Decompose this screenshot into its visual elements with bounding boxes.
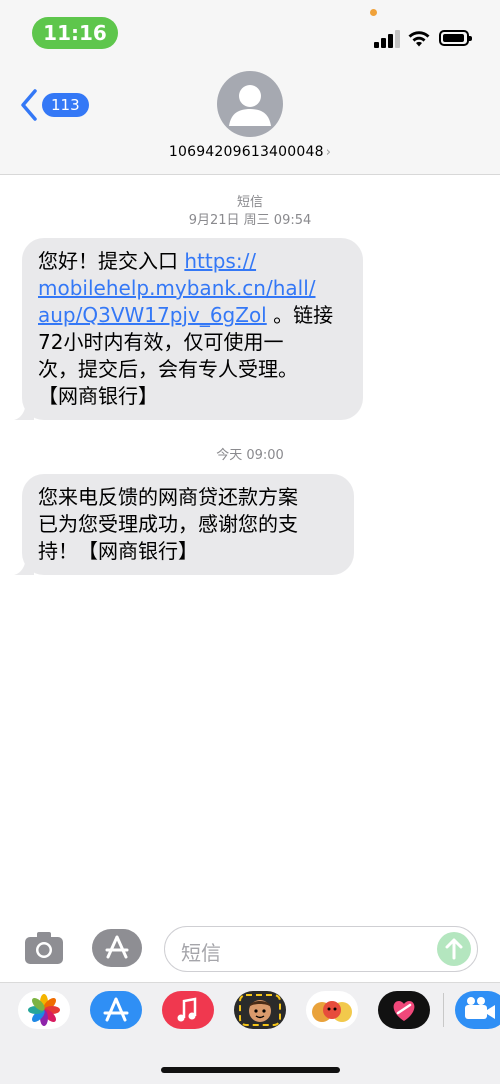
message-line: aup/Q3VW17pjv_6gZol 。链接 — [38, 303, 334, 327]
status-bar: 11:16 — [0, 0, 500, 64]
memoji-icon[interactable] — [234, 991, 286, 1029]
music-icon[interactable] — [162, 991, 214, 1029]
chevron-right-icon: › — [325, 145, 332, 160]
contact-avatar[interactable] — [217, 71, 283, 137]
bubble-tail — [14, 555, 34, 575]
message-link[interactable]: mobilehelp.mybank.cn/hall/ — [38, 276, 316, 300]
camera-icon[interactable] — [24, 930, 64, 966]
person-icon — [229, 85, 271, 126]
message-input-placeholder: 短信 — [181, 941, 221, 965]
message-timestamp: 9月21日 周三 09:54 — [188, 213, 312, 228]
wifi-icon — [408, 31, 430, 47]
animoji-icon[interactable] — [306, 991, 358, 1029]
message-timestamp: 今天 09:00 — [216, 448, 284, 463]
app-drawer — [0, 982, 500, 1084]
app-store-icon — [105, 935, 129, 959]
status-time[interactable]: 11:16 — [32, 17, 118, 49]
message-line: mobilehelp.mybank.cn/hall/ — [38, 275, 347, 302]
battery-icon — [439, 30, 472, 46]
contact-number: 10694209613400048 — [168, 144, 324, 160]
message-bubble[interactable]: 您好！提交入口 https:// mobilehelp.mybank.cn/ha… — [14, 238, 363, 420]
message-link[interactable]: https:// — [184, 249, 256, 273]
message-line: 【网商银行】 — [38, 384, 158, 408]
service-label: 短信 — [236, 195, 263, 210]
message-input[interactable]: 短信 — [164, 926, 478, 972]
cellular-signal-icon — [374, 30, 400, 48]
message-line: 您好！提交入口 https:// — [38, 249, 257, 273]
arrow-up-icon — [445, 938, 463, 960]
message-line: 已为您受理成功，感谢您的支 — [38, 512, 298, 536]
send-button[interactable] — [437, 932, 471, 966]
chevron-left-icon — [21, 89, 37, 121]
app-store-icon[interactable] — [90, 991, 142, 1029]
message-line: 次，提交后，会有专人受理。 — [38, 357, 298, 381]
unread-count-badge: 113 — [42, 93, 89, 117]
home-indicator[interactable] — [161, 1067, 340, 1073]
message-line: 您来电反馈的网商贷还款方案 — [38, 485, 298, 509]
conversation-header: 113 10694209613400048 › — [0, 64, 500, 175]
contact-name-row[interactable]: 10694209613400048 › — [0, 144, 500, 160]
clips-icon[interactable] — [455, 991, 500, 1029]
drawer-divider — [443, 993, 444, 1027]
apps-button[interactable] — [92, 929, 142, 967]
photos-icon[interactable] — [18, 991, 70, 1029]
back-button[interactable]: 113 — [18, 87, 89, 123]
message-link[interactable]: aup/Q3VW17pjv_6gZol — [38, 303, 267, 327]
message-bubble[interactable]: 您来电反馈的网商贷还款方案 已为您受理成功，感谢您的支 持！【网商银行】 — [14, 474, 354, 575]
digital-touch-icon[interactable] — [378, 991, 430, 1029]
bubble-tail — [14, 400, 34, 420]
privacy-indicator-icon — [370, 9, 377, 16]
message-line: 持！【网商银行】 — [38, 539, 198, 563]
message-line: 72小时内有效，仅可使用一 — [38, 330, 284, 354]
